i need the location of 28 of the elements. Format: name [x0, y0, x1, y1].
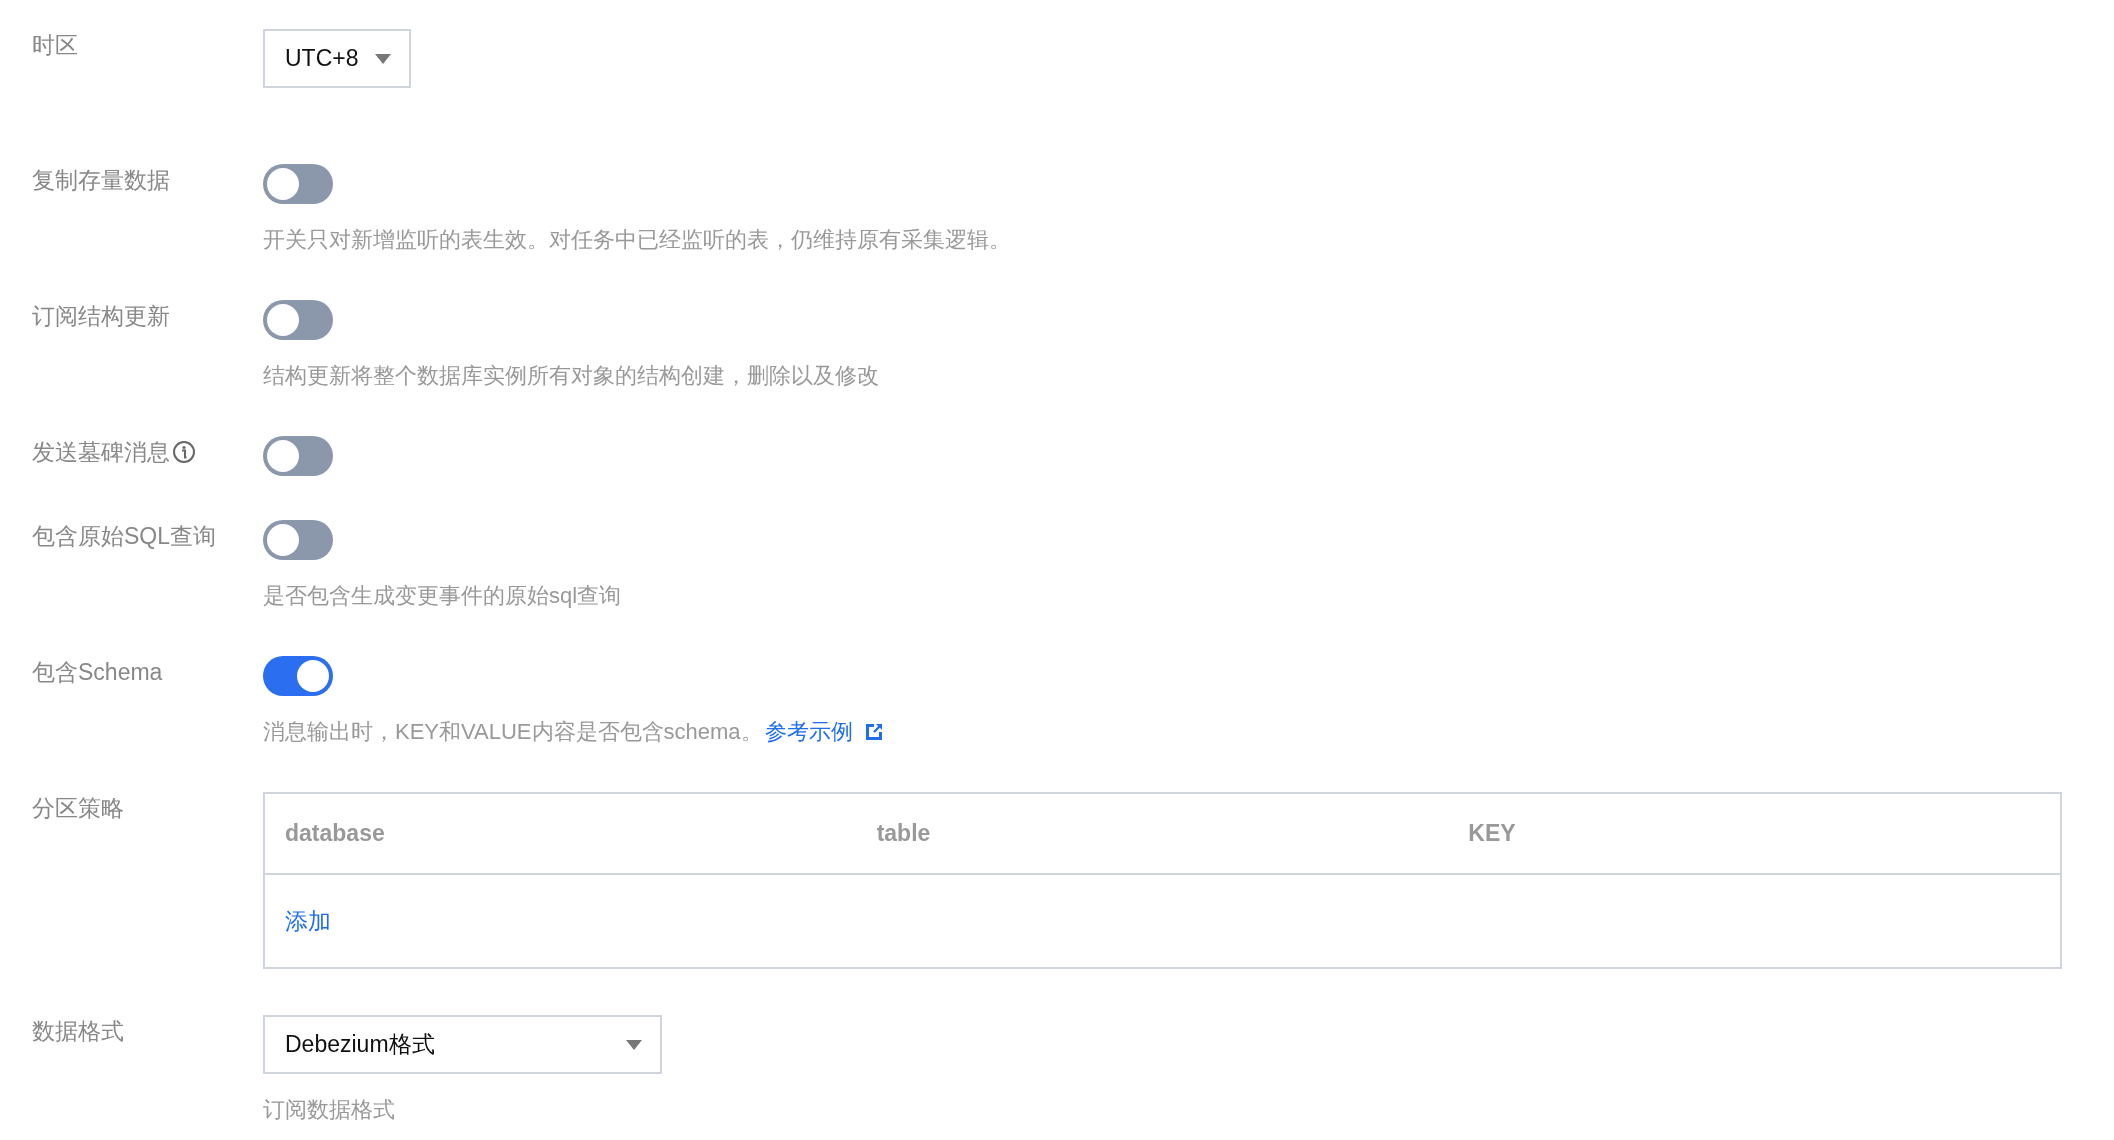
toggle-switch[interactable]: [263, 436, 333, 476]
field-label: 复制存量数据: [32, 166, 170, 195]
help-text: 结构更新将整个数据库实例所有对象的结构创建，删除以及修改: [263, 362, 879, 390]
caret-icon: [374, 53, 391, 64]
field-label: 发送墓碑消息: [32, 438, 170, 467]
field-label: 订阅结构更新: [32, 302, 170, 331]
toggle-switch[interactable]: [263, 300, 333, 340]
field-label: 时区: [32, 31, 78, 60]
info-icon[interactable]: [172, 440, 196, 464]
toggle-switch[interactable]: [263, 656, 333, 696]
example-link[interactable]: 参考示例: [764, 716, 853, 748]
column-header: KEY: [1468, 820, 1516, 847]
caret-icon: [626, 1039, 642, 1050]
column-header: table: [876, 820, 931, 847]
field-label: 包含原始SQL查询: [32, 522, 217, 551]
help-text: 开关只对新增监听的表生效。对任务中已经监听的表，仍维持原有采集逻辑。: [263, 226, 1011, 254]
dropdown-select[interactable]: UTC+8: [263, 29, 411, 88]
help-text: 消息输出时，KEY和VALUE内容是否包含schema。: [263, 718, 763, 746]
field-label: 分区策略: [32, 794, 124, 823]
help-text: 是否包含生成变更事件的原始sql查询: [263, 582, 622, 610]
field-label: 包含Schema: [32, 658, 163, 687]
add-link[interactable]: 添加: [285, 905, 331, 937]
field-label: 数据格式: [32, 1017, 124, 1046]
column-header: database: [285, 820, 385, 847]
toggle-switch[interactable]: [263, 520, 333, 560]
toggle-switch[interactable]: [263, 164, 333, 204]
dropdown-select[interactable]: Debezium格式: [263, 1015, 662, 1074]
help-text: 订阅数据格式: [263, 1096, 395, 1124]
